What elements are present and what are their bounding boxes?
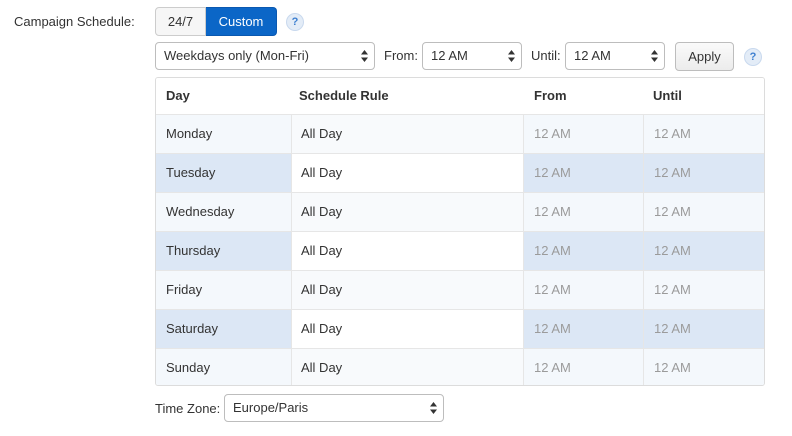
updown-caret-icon: [430, 402, 437, 414]
timezone-label: Time Zone:: [155, 401, 221, 416]
cell-until: 12 AM: [645, 310, 691, 348]
until-time-select[interactable]: 12 AM: [565, 42, 665, 70]
table-header: Day Schedule Rule From Until: [156, 78, 764, 114]
cell-until: 12 AM: [645, 232, 691, 270]
cell-from: 12 AM: [525, 232, 644, 270]
from-time-select[interactable]: 12 AM: [422, 42, 522, 70]
cell-day: Wednesday: [166, 204, 235, 219]
cell-until: 12 AM: [654, 126, 691, 141]
cell-schedule-rule[interactable]: All Day: [291, 271, 524, 309]
timezone-select-value: Europe/Paris: [233, 400, 309, 415]
cell-day: Saturday: [166, 321, 219, 336]
from-label: From:: [384, 48, 418, 63]
until-time-value: 12 AM: [574, 48, 611, 63]
table-row[interactable]: Tuesday All Day 12 AM 12 AM: [156, 153, 764, 192]
table-row[interactable]: Friday All Day 12 AM 12 AM: [156, 270, 764, 309]
preset-select[interactable]: Weekdays only (Mon-Fri): [155, 42, 375, 70]
cell-until: 12 AM: [654, 282, 691, 297]
cell-from: 12 AM: [525, 154, 644, 192]
cell-from: 12 AM: [525, 271, 644, 309]
updown-caret-icon: [508, 50, 515, 62]
table-row[interactable]: Wednesday All Day 12 AM 12 AM: [156, 192, 764, 231]
campaign-schedule-label: Campaign Schedule:: [14, 14, 135, 29]
header-schedule-rule: Schedule Rule: [299, 88, 389, 103]
cell-schedule-rule[interactable]: All Day: [291, 115, 524, 153]
toggle-custom-button[interactable]: Custom: [206, 7, 277, 36]
cell-until: 12 AM: [654, 204, 691, 219]
help-icon[interactable]: ?: [744, 48, 762, 66]
header-until: Until: [653, 88, 682, 103]
help-icon[interactable]: ?: [286, 13, 304, 31]
apply-button[interactable]: Apply: [675, 42, 734, 71]
cell-from: 12 AM: [525, 310, 644, 348]
cell-day: Tuesday: [166, 165, 216, 180]
preset-select-value: Weekdays only (Mon-Fri): [164, 48, 309, 63]
cell-day: Thursday: [166, 243, 221, 258]
schedule-mode-toggle: 24/7 Custom: [155, 7, 277, 36]
table-row[interactable]: Monday All Day 12 AM 12 AM: [156, 114, 764, 153]
cell-schedule-rule[interactable]: All Day: [291, 349, 524, 385]
updown-caret-icon: [651, 50, 658, 62]
cell-until: 12 AM: [654, 360, 691, 375]
cell-from: 12 AM: [525, 115, 644, 153]
timezone-select[interactable]: Europe/Paris: [224, 394, 444, 422]
cell-until: 12 AM: [645, 154, 691, 192]
from-time-value: 12 AM: [431, 48, 468, 63]
table-row[interactable]: Sunday All Day 12 AM 12 AM: [156, 348, 764, 385]
until-label: Until:: [531, 48, 561, 63]
schedule-table: Day Schedule Rule From Until Monday All …: [155, 77, 765, 386]
cell-schedule-rule[interactable]: All Day: [291, 310, 524, 348]
header-day: Day: [166, 88, 190, 103]
cell-day: Friday: [166, 282, 203, 297]
table-row[interactable]: Thursday All Day 12 AM 12 AM: [156, 231, 764, 270]
cell-from: 12 AM: [525, 193, 644, 231]
toggle-247-button[interactable]: 24/7: [155, 7, 206, 36]
cell-schedule-rule[interactable]: All Day: [291, 193, 524, 231]
cell-from: 12 AM: [525, 349, 644, 385]
cell-schedule-rule[interactable]: All Day: [291, 154, 524, 192]
updown-caret-icon: [361, 50, 368, 62]
cell-day: Sunday: [166, 360, 211, 375]
cell-schedule-rule[interactable]: All Day: [291, 232, 524, 270]
table-row[interactable]: Saturday All Day 12 AM 12 AM: [156, 309, 764, 348]
cell-day: Monday: [166, 126, 213, 141]
header-from: From: [534, 88, 567, 103]
